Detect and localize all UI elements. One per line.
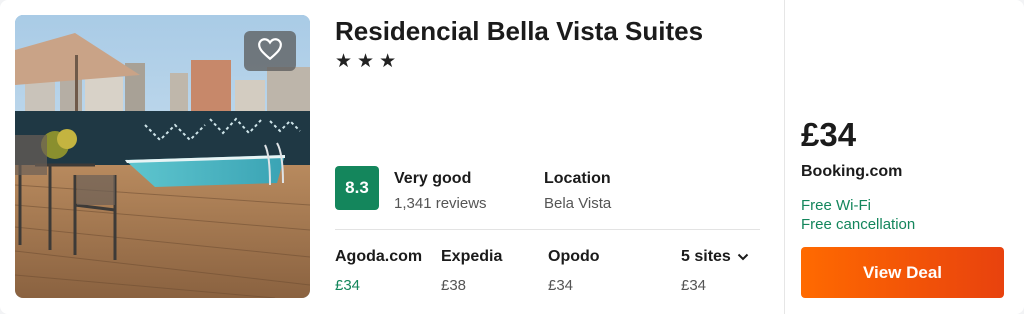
perk-free-cancellation: Free cancellation (801, 216, 916, 233)
heart-icon (257, 37, 283, 66)
site-name: Opodo (548, 248, 600, 265)
location-label: Location (544, 170, 611, 187)
deal-price: £34 (801, 116, 857, 153)
site-offer-agoda[interactable]: Agoda.com £34 (335, 248, 422, 294)
column-separator (784, 0, 785, 314)
deal-provider: Booking.com (801, 163, 903, 180)
chevron-down-icon (737, 248, 749, 266)
site-offer-opodo[interactable]: Opodo £34 (548, 248, 600, 294)
more-sites-dropdown[interactable]: 5 sites £34 (681, 248, 749, 294)
rating-score-badge: 8.3 (335, 166, 379, 210)
hotel-name[interactable]: Residencial Bella Vista Suites (335, 16, 703, 47)
site-price: £34 (548, 277, 574, 294)
star-rating: ★★★ (335, 51, 402, 72)
divider (335, 229, 760, 230)
site-name: Expedia (441, 248, 503, 265)
perk-free-wifi: Free Wi-Fi (801, 197, 871, 214)
more-sites-toggle[interactable]: 5 sites (681, 248, 749, 266)
favorite-button[interactable] (244, 31, 296, 71)
more-sites-label: 5 sites (681, 248, 731, 265)
site-offer-expedia[interactable]: Expedia £38 (441, 248, 502, 294)
site-name: Agoda.com (335, 248, 423, 265)
site-price: £34 (681, 277, 707, 294)
view-deal-button[interactable]: View Deal (801, 247, 1004, 298)
rating-label: Very good (394, 170, 472, 187)
site-price: £34 (335, 277, 361, 294)
site-price: £38 (441, 277, 467, 294)
hotel-result-card[interactable]: Residencial Bella Vista Suites ★★★ 8.3 V… (0, 0, 1024, 314)
review-count[interactable]: 1,341 reviews (394, 195, 487, 212)
location-value: Bela Vista (544, 195, 612, 212)
